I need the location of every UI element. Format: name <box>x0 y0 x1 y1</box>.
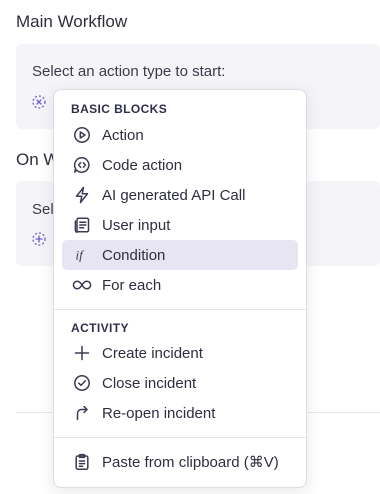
menu-item-for-each[interactable]: For each <box>62 270 298 300</box>
menu-item-label: Create incident <box>102 344 203 362</box>
menu-separator <box>54 309 306 310</box>
menu-item-user-input[interactable]: User input <box>62 210 298 240</box>
svg-text:if: if <box>76 248 86 263</box>
menu-item-label: Condition <box>102 246 166 264</box>
menu-item-close-incident[interactable]: Close incident <box>62 368 298 398</box>
menu-item-label: Re-open incident <box>102 404 216 422</box>
menu-heading-activity: ACTIVITY <box>71 321 129 335</box>
menu-item-label: Close incident <box>102 374 197 392</box>
menu-item-label: AI generated API Call <box>102 186 246 204</box>
form-icon <box>72 215 92 235</box>
menu-item-label: For each <box>102 276 162 294</box>
menu-item-paste-from-clipboard[interactable]: Paste from clipboard (⌘V) <box>62 447 298 477</box>
menu-item-label: User input <box>102 216 171 234</box>
menu-item-reopen-incident[interactable]: Re-open incident <box>62 398 298 428</box>
add-step-dashed-icon[interactable] <box>32 232 46 246</box>
menu-item-create-incident[interactable]: Create incident <box>62 338 298 368</box>
menu-item-label: Action <box>102 126 144 144</box>
lightning-icon <box>72 185 92 205</box>
menu-item-action[interactable]: Action <box>62 120 298 150</box>
menu-item-condition[interactable]: if Condition <box>62 240 298 270</box>
add-step-dashed-icon[interactable] <box>32 95 46 109</box>
clipboard-icon <box>72 452 92 472</box>
reopen-arrow-icon <box>72 403 92 423</box>
if-icon: if <box>72 245 92 265</box>
menu-item-label: Paste from clipboard (⌘V) <box>102 454 279 471</box>
play-circle-icon <box>72 125 92 145</box>
code-bubble-icon <box>72 155 92 175</box>
main-workflow-prompt: Select an action type to start: <box>32 63 226 80</box>
plus-icon <box>72 343 92 363</box>
menu-item-label: Code action <box>102 156 183 174</box>
menu-item-ai-api-call[interactable]: AI generated API Call <box>62 180 298 210</box>
menu-heading-basic-blocks: BASIC BLOCKS <box>71 102 168 116</box>
action-type-menu: BASIC BLOCKS Action Code action AI gener… <box>53 89 307 488</box>
on-section-prompt: Sel <box>32 201 54 218</box>
menu-separator <box>54 437 306 438</box>
loop-icon <box>72 275 92 295</box>
menu-item-code-action[interactable]: Code action <box>62 150 298 180</box>
check-circle-icon <box>72 373 92 393</box>
main-workflow-title: Main Workflow <box>16 12 128 31</box>
